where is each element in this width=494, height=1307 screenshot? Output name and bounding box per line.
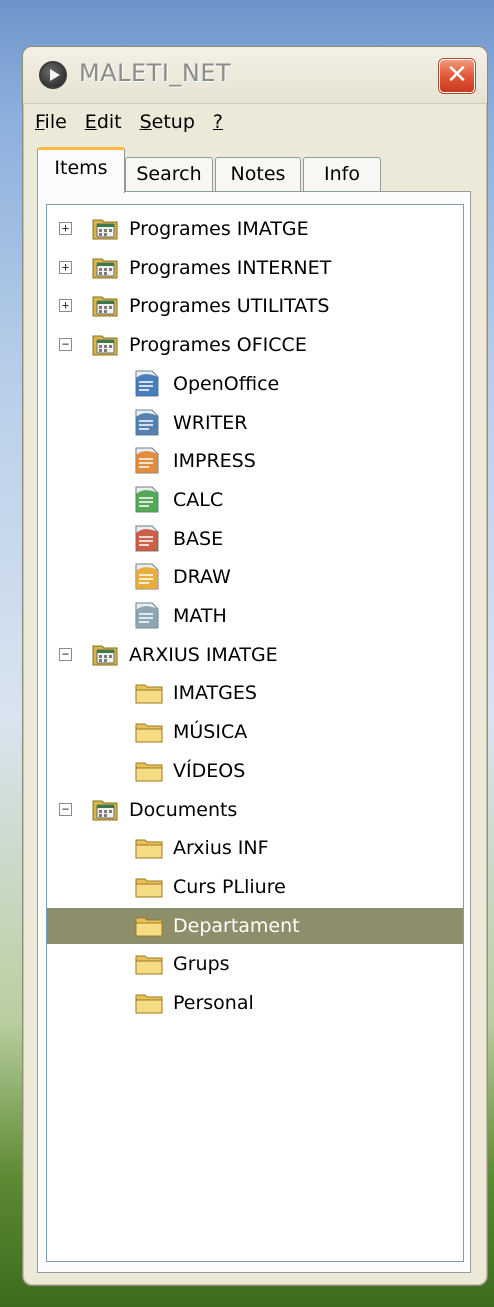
tree-item-label: Departament [173,914,300,937]
app-play-icon[interactable] [39,61,67,89]
tree-item-label: CALC [173,488,224,511]
folder-icon [135,839,163,859]
program-group-icon [92,258,118,279]
tree-item[interactable]: + Programes IMATGE [47,211,463,247]
title-bar[interactable]: MALETI_NET ✕ [23,47,487,104]
tree-item-label: ARXIUS IMATGE [129,643,278,666]
calc-icon [135,486,159,513]
expand-icon[interactable]: + [59,260,72,274]
program-group-icon [92,335,118,356]
tree-item-label: Programes OFICCE [129,334,307,357]
tree-item-label: Programes IMATGE [129,218,309,240]
tree-item[interactable]: IMPRESS [47,443,463,479]
menu-bar: File Edit Setup? [27,105,483,139]
tab-info[interactable]: Info [303,157,381,191]
program-group-icon [92,800,118,820]
folder-icon [135,917,163,937]
tree-item-label: Programes INTERNET [129,256,332,279]
close-button[interactable]: ✕ [439,59,475,93]
tab-items[interactable]: Items [37,147,125,193]
tree-item[interactable]: − Programes OFICCE [47,327,463,363]
items-panel: + Programes IMATGE + Programes INTERNET + Pro… [37,191,471,1273]
collapse-icon[interactable]: − [59,338,72,352]
tree-item[interactable]: IMATGES [47,675,463,711]
tree-item[interactable]: DRAW [47,559,463,595]
expand-icon[interactable]: + [59,222,72,235]
writer-icon [135,409,159,435]
folder-icon [135,684,163,704]
tree-item-label: OpenOffice [173,372,280,395]
folder-icon [135,762,163,782]
tree-item[interactable]: − ARXIUS IMATGE [47,637,463,673]
tree-item-label: MATH [173,605,227,627]
tree-item-label: MÚSICA [173,721,248,744]
tree-item[interactable]: Personal [47,985,463,1021]
tree-item[interactable]: Curs PLliure [47,869,463,905]
program-group-icon [92,645,118,666]
program-group-icon [92,219,118,240]
base-icon [135,525,159,552]
tree-item[interactable]: Grups [47,946,463,982]
program-group-icon [92,296,118,317]
tree-item[interactable]: + Programes UTILITATS [47,288,463,324]
impress-icon [135,447,159,474]
tree-item[interactable]: MÚSICA [47,714,463,750]
tree-item-label: Arxius INF [173,837,269,860]
tree-item[interactable]: Arxius INF [47,830,463,866]
collapse-icon[interactable]: − [59,802,72,816]
app-window: MALETI_NET ✕ File Edit Setup? Items Search N… [22,46,488,1286]
tree-item[interactable]: − Documents [47,792,463,828]
tree-item-label: Documents [129,798,238,821]
tree-item[interactable]: BASE [47,521,463,557]
tree-item[interactable]: OpenOffice [47,366,463,402]
draw-icon [135,563,159,590]
tree-item-label: WRITER [173,411,248,434]
folder-icon [135,878,163,898]
items-tree[interactable]: + Programes IMATGE + Programes INTERNET + Pro… [46,204,464,1262]
menu-setup[interactable]: Setup [140,111,195,133]
tree-item[interactable]: CALC [47,482,463,518]
tree-item-label: Programes UTILITATS [129,295,330,318]
tree-item[interactable]: VÍDEOS [47,753,463,789]
tree-item[interactable]: + Programes INTERNET [47,250,463,286]
expand-icon[interactable]: + [59,299,72,313]
tree-item[interactable]: WRITER [47,405,463,441]
tab-strip: Items Search Notes Info [37,147,473,193]
tree-item[interactable]: MATH [47,598,463,634]
openoffice-icon [135,370,159,397]
math-icon [135,602,159,629]
tree-item-label: Grups [173,953,230,976]
folder-icon [135,955,163,975]
menu-help[interactable]: ? [213,111,223,133]
tree-item-label: IMPRESS [173,450,256,473]
tree-item-label: DRAW [173,566,231,589]
tab-notes[interactable]: Notes [215,157,301,191]
folder-icon [135,723,163,743]
collapse-icon[interactable]: − [59,647,72,661]
tab-search[interactable]: Search [125,157,213,191]
folder-icon [135,994,163,1014]
tree-item-label: BASE [173,527,224,550]
tree-item-label: VÍDEOS [173,759,246,782]
window-title: MALETI_NET [79,59,232,87]
tree-item-label: Personal [173,992,254,1014]
menu-edit[interactable]: Edit [85,111,122,133]
tree-item-label: Curs PLliure [173,875,286,898]
tree-item-label: IMATGES [173,682,257,705]
menu-file[interactable]: File [35,111,67,133]
tree-item[interactable]: Departament [47,907,463,944]
